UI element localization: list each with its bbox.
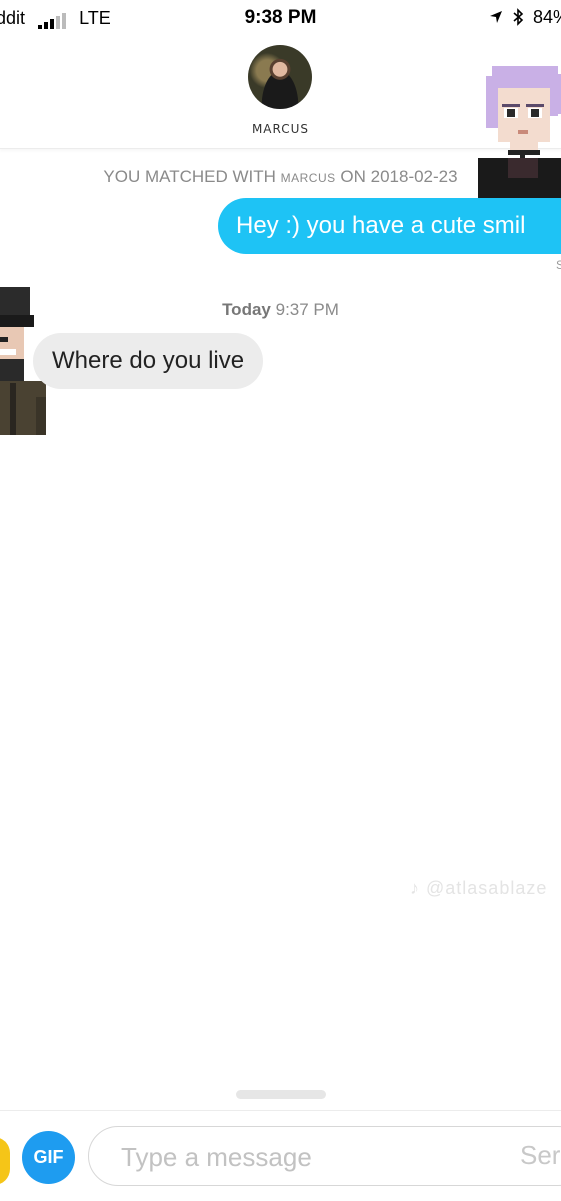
watermark-handle: @atlasablaze xyxy=(426,878,548,898)
match-prefix: YOU MATCHED WITH xyxy=(103,167,276,186)
match-middle: ON xyxy=(340,167,366,186)
battery-percent: 84% xyxy=(532,7,561,27)
date-divider-time: 9:37 PM xyxy=(275,300,339,319)
status-bar: ddit LTE 9:38 PM 84% xyxy=(0,0,561,36)
message-status: S xyxy=(556,258,561,272)
avatar[interactable] xyxy=(248,45,312,109)
watermark: ♪ @atlasablaze xyxy=(410,878,547,899)
message-input-wrapper[interactable] xyxy=(88,1126,561,1187)
status-right: 84% xyxy=(489,7,561,28)
message-input[interactable] xyxy=(119,1127,503,1187)
incoming-message-bubble[interactable]: Where do you live xyxy=(33,333,264,389)
outgoing-message-bubble[interactable]: Hey :) you have a cute smil xyxy=(218,198,561,254)
match-info: YOU MATCHED WITH MARCUS ON 2018-02-23 xyxy=(0,167,561,187)
date-divider-day: Today xyxy=(222,300,271,319)
send-button[interactable]: Ser xyxy=(520,1140,560,1171)
match-date: 2018-02-23 xyxy=(370,167,458,186)
emoji-button[interactable] xyxy=(0,1137,10,1185)
match-info-name: MARCUS xyxy=(280,171,336,185)
drag-handle[interactable] xyxy=(236,1090,326,1099)
status-time: 9:38 PM xyxy=(244,7,317,28)
tiktok-logo-icon: ♪ xyxy=(410,878,420,898)
location-arrow-icon xyxy=(489,7,508,27)
bluetooth-icon xyxy=(508,7,533,27)
date-divider: Today 9:37 PM xyxy=(0,300,561,320)
gif-button[interactable]: GIF xyxy=(22,1131,75,1184)
